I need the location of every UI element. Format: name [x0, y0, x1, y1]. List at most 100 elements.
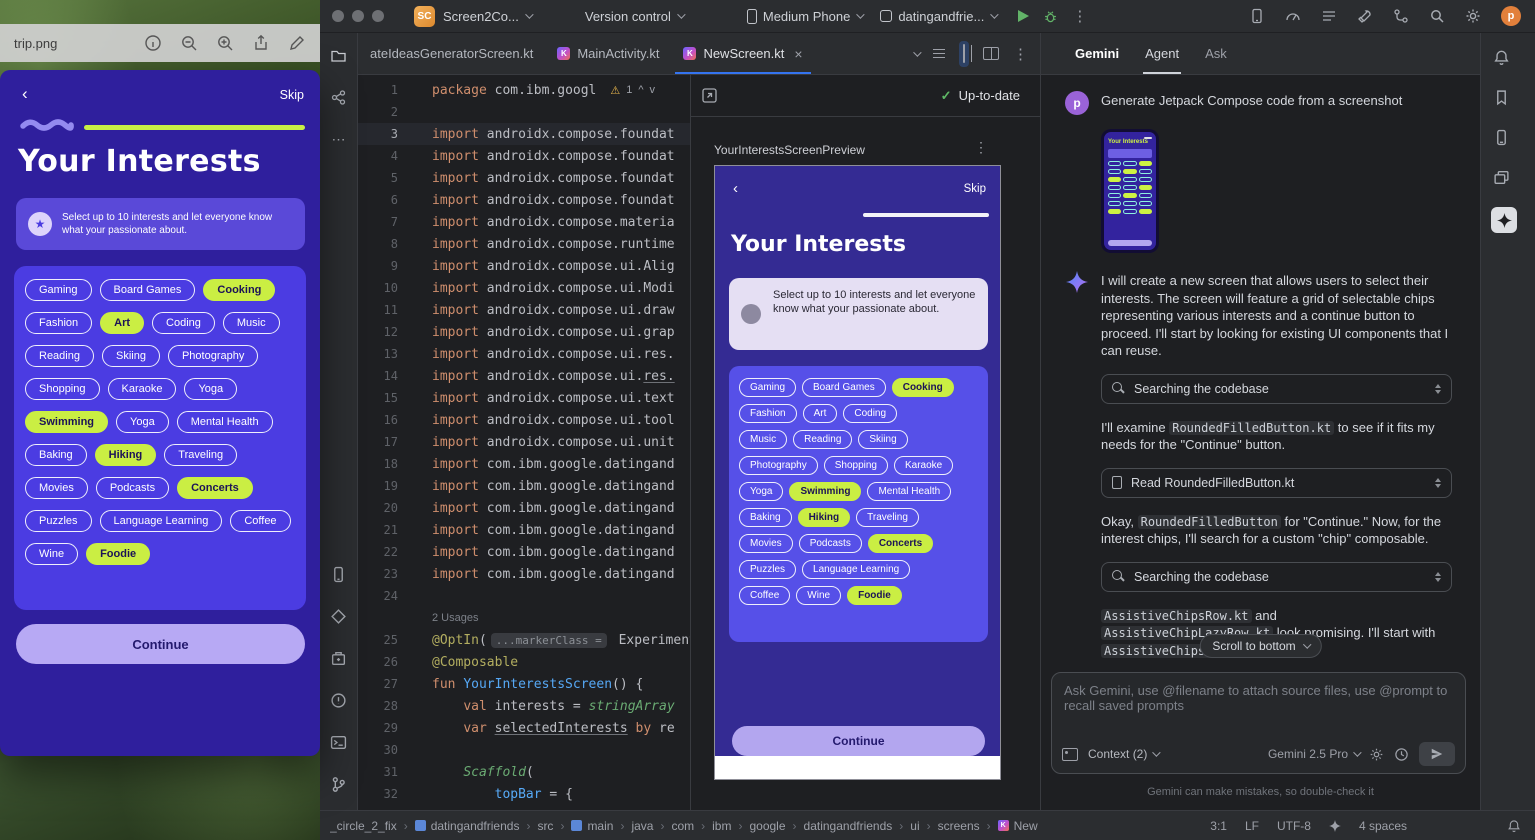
code-line[interactable]: 22import com.ibm.google.datingand: [358, 541, 690, 563]
git-branch-icon[interactable]: [329, 774, 349, 794]
split-editor-icon[interactable]: [959, 41, 969, 67]
code-line[interactable]: 8import androidx.compose.runtime: [358, 233, 690, 255]
code-line[interactable]: 3import androidx.compose.foundat: [358, 123, 690, 145]
line-number[interactable]: 8: [358, 237, 408, 251]
breadcrumb-item[interactable]: google: [749, 819, 785, 833]
structure-view-icon[interactable]: [933, 49, 945, 59]
expand-collapse-icon[interactable]: [1435, 569, 1441, 585]
line-number[interactable]: 1: [358, 83, 408, 97]
share-icon[interactable]: [252, 34, 270, 52]
build-icon[interactable]: [1357, 8, 1373, 24]
code-line[interactable]: 12import androidx.compose.ui.grap: [358, 321, 690, 343]
code-line[interactable]: 20import com.ibm.google.datingand: [358, 497, 690, 519]
indent-config[interactable]: 4 spaces: [1359, 819, 1407, 833]
gemini-settings-icon[interactable]: [1369, 747, 1384, 762]
search-icon[interactable]: [1429, 8, 1445, 24]
line-number[interactable]: 22: [358, 545, 408, 559]
breadcrumb-item[interactable]: _circle_2_fix: [330, 819, 397, 833]
tool-call-row[interactable]: Read RoundedFilledButton.kt: [1101, 468, 1452, 498]
profile-avatar[interactable]: p: [1501, 6, 1521, 26]
tab-ask[interactable]: Ask: [1205, 33, 1227, 74]
chat-attachment[interactable]: Your Interests: [1101, 129, 1452, 253]
line-number[interactable]: 24: [358, 589, 408, 603]
code-line[interactable]: 21import com.ibm.google.datingand: [358, 519, 690, 541]
code-line[interactable]: 27fun YourInterestsScreen() {: [358, 673, 690, 695]
inspections-widget[interactable]: ⚠1^v: [610, 84, 655, 97]
line-number[interactable]: 15: [358, 391, 408, 405]
breadcrumb-item[interactable]: datingandfriends: [415, 819, 520, 833]
window-controls[interactable]: [332, 10, 384, 22]
code-line[interactable]: 5import androidx.compose.foundat: [358, 167, 690, 189]
code-line[interactable]: 9import androidx.compose.ui.Alig: [358, 255, 690, 277]
line-number[interactable]: 14: [358, 369, 408, 383]
breadcrumb-item[interactable]: src: [537, 819, 553, 833]
settings-gear-icon[interactable]: [1465, 8, 1481, 24]
attach-image-icon[interactable]: [1062, 748, 1078, 761]
breadcrumb-item[interactable]: ui: [910, 819, 919, 833]
build-variants-icon[interactable]: [329, 648, 349, 668]
profiler-icon[interactable]: [1285, 8, 1301, 24]
line-number[interactable]: 7: [358, 215, 408, 229]
device-preview-icon[interactable]: [1249, 8, 1265, 24]
scroll-to-bottom-button[interactable]: Scroll to bottom: [1199, 634, 1321, 658]
line-number[interactable]: 4: [358, 149, 408, 163]
zoom-in-icon[interactable]: [216, 34, 234, 52]
file-encoding[interactable]: UTF-8: [1277, 819, 1311, 833]
project-selector[interactable]: Screen2Co...: [443, 9, 531, 24]
app-quality-insights-icon[interactable]: [329, 606, 349, 626]
breadcrumb-item[interactable]: java: [631, 819, 653, 833]
file-tab[interactable]: KNewScreen.kt×: [671, 33, 814, 74]
code-line[interactable]: 19import com.ibm.google.datingand: [358, 475, 690, 497]
gemini-icon[interactable]: [1491, 207, 1517, 233]
line-number[interactable]: 12: [358, 325, 408, 339]
code-line[interactable]: 29 var selectedInterests by re: [358, 717, 690, 739]
line-number[interactable]: 16: [358, 413, 408, 427]
tab-list-chevron-icon[interactable]: [913, 48, 921, 56]
project-icon[interactable]: SC: [414, 6, 435, 27]
layers-icon[interactable]: [1491, 167, 1511, 187]
running-devices-icon[interactable]: [329, 564, 349, 584]
code-line[interactable]: 26@Composable: [358, 651, 690, 673]
code-line[interactable]: 16import androidx.compose.ui.tool: [358, 409, 690, 431]
line-number[interactable]: 23: [358, 567, 408, 581]
run-button[interactable]: [1018, 10, 1029, 22]
code-line[interactable]: 18import com.ibm.google.datingand: [358, 453, 690, 475]
line-number[interactable]: 6: [358, 193, 408, 207]
expand-collapse-icon[interactable]: [1435, 475, 1441, 491]
code-line[interactable]: 7import androidx.compose.materia: [358, 211, 690, 233]
line-number[interactable]: 28: [358, 699, 408, 713]
code-line[interactable]: 17import androidx.compose.ui.unit: [358, 431, 690, 453]
device-manager-icon[interactable]: [1491, 127, 1511, 147]
code-line[interactable]: 32 topBar = {: [358, 783, 690, 805]
terminal-icon[interactable]: [329, 732, 349, 752]
breadcrumb-item[interactable]: ibm: [712, 819, 731, 833]
code-line[interactable]: 31 Scaffold(: [358, 761, 690, 783]
more-actions-icon[interactable]: ⋮: [1072, 7, 1087, 25]
line-number[interactable]: 27: [358, 677, 408, 691]
file-tab[interactable]: ateIdeasGeneratorScreen.kt: [358, 33, 545, 74]
code-line[interactable]: 24: [358, 585, 690, 607]
tool-call-row[interactable]: Searching the codebase: [1101, 562, 1452, 592]
commit-tool-icon[interactable]: [329, 87, 349, 107]
expand-collapse-icon[interactable]: [1435, 381, 1441, 397]
tab-gemini[interactable]: Gemini: [1075, 33, 1119, 74]
code-line[interactable]: 2: [358, 101, 690, 123]
tab-agent[interactable]: Agent: [1145, 33, 1179, 74]
context-selector[interactable]: Context (2): [1088, 747, 1158, 761]
close-tab-icon[interactable]: ×: [794, 46, 802, 62]
zoom-out-icon[interactable]: [180, 34, 198, 52]
version-graph-icon[interactable]: [1393, 8, 1409, 24]
line-number[interactable]: 26: [358, 655, 408, 669]
breadcrumb-item[interactable]: datingandfriends: [804, 819, 893, 833]
line-number[interactable]: 11: [358, 303, 408, 317]
line-number[interactable]: 9: [358, 259, 408, 273]
code-line[interactable]: 11import androidx.compose.ui.draw: [358, 299, 690, 321]
line-number[interactable]: 32: [358, 787, 408, 801]
run-config-selector[interactable]: datingandfrie...: [880, 9, 996, 24]
line-number[interactable]: 19: [358, 479, 408, 493]
line-number[interactable]: 13: [358, 347, 408, 361]
vcs-widget[interactable]: Version control: [585, 9, 683, 24]
code-line[interactable]: 14import androidx.compose.ui.res.: [358, 365, 690, 387]
gemini-input[interactable]: [1052, 673, 1465, 731]
code-line[interactable]: 15import androidx.compose.ui.text: [358, 387, 690, 409]
